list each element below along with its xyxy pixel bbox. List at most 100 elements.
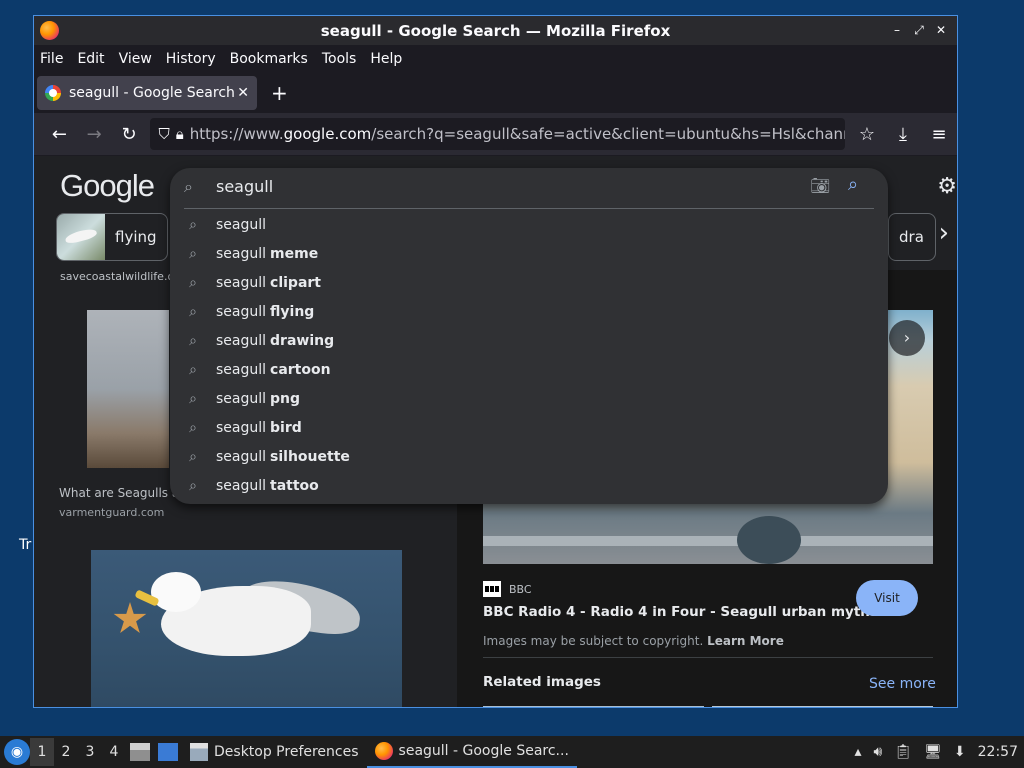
bbc-logo-icon: [483, 581, 501, 597]
workspace-2[interactable]: 2: [54, 744, 78, 760]
preview-title[interactable]: BBC Radio 4 - Radio 4 in Four - Seagull …: [483, 604, 899, 620]
search-submit-icon[interactable]: ⌕: [848, 174, 858, 195]
suggestion-item[interactable]: ⌕ seagull flying: [170, 297, 888, 326]
minimize-button[interactable]: –: [889, 21, 905, 39]
search-icon: ⌕: [189, 390, 197, 407]
search-icon: ⌕: [189, 332, 197, 349]
panel-divider: [483, 657, 933, 658]
clipboard-icon[interactable]: 📋︎: [894, 744, 912, 760]
network-icon[interactable]: 🖥︎: [924, 744, 942, 760]
tray-arrow-icon[interactable]: ▴: [854, 744, 861, 760]
settings-gear-icon[interactable]: ⚙: [937, 174, 957, 199]
suggestion-item[interactable]: ⌕ seagull drawing: [170, 326, 888, 355]
task-firefox[interactable]: seagull - Google Searc...: [366, 736, 577, 768]
chip-drawing[interactable]: dra: [888, 213, 936, 261]
suggestion-list: ⌕ seagull ⌕ seagull meme ⌕ seagull clipart ⌕ s…: [170, 210, 888, 500]
reload-icon[interactable]: ↻: [112, 124, 147, 145]
hamburger-menu-icon[interactable]: ≡: [921, 124, 957, 145]
firefox-icon: [40, 21, 59, 40]
task-desktop-preferences[interactable]: Desktop Preferences: [182, 736, 367, 768]
menu-help[interactable]: Help: [370, 51, 402, 67]
result-image-1[interactable]: [87, 310, 169, 468]
preview-source-label: BBC: [509, 582, 532, 596]
bookmark-star-icon[interactable]: ☆: [849, 124, 885, 145]
back-arrow-icon[interactable]: ←: [42, 124, 77, 145]
update-icon[interactable]: ⬇: [954, 744, 966, 760]
related-images-heading: Related images: [483, 674, 601, 690]
chip-flying[interactable]: flying: [56, 213, 168, 261]
result-source-top: savecoastalwildlife.o: [60, 270, 175, 283]
suggestion-item[interactable]: ⌕ seagull silhouette: [170, 442, 888, 471]
copyright-notice: Images may be subject to copyright. Lear…: [483, 634, 784, 648]
downloads-icon[interactable]: ⤓: [885, 124, 921, 145]
search-icon: ⌕: [189, 216, 197, 233]
search-icon: ⌕: [189, 303, 197, 320]
desktop-preferences-icon: [190, 743, 208, 761]
task-label: Desktop Preferences: [214, 744, 359, 760]
preview-source[interactable]: BBC: [483, 581, 532, 597]
menu-tools[interactable]: Tools: [322, 51, 357, 67]
window-title: seagull - Google Search — Mozilla Firefo…: [320, 21, 671, 40]
suggestion-item[interactable]: ⌕ seagull clipart: [170, 268, 888, 297]
close-tab-icon[interactable]: ✕: [237, 85, 249, 101]
volume-icon[interactable]: 🔊︎: [874, 744, 883, 760]
new-tab-button[interactable]: +: [271, 81, 288, 105]
url-host: google.com: [283, 125, 372, 143]
google-logo[interactable]: Google: [60, 168, 155, 204]
chip-label: dra: [899, 228, 924, 246]
see-more-link[interactable]: See more: [869, 676, 936, 692]
starfish-shape: [113, 602, 147, 633]
start-menu-icon[interactable]: ◉: [4, 739, 30, 765]
camera-icon[interactable]: 📷︎: [810, 176, 830, 195]
copyright-text: Images may be subject to copyright.: [483, 634, 704, 648]
workspace-1[interactable]: 1: [30, 738, 54, 766]
tracking-shield-icon[interactable]: ⛉: [158, 125, 169, 143]
search-input[interactable]: seagull: [216, 177, 273, 196]
suggestion-item[interactable]: ⌕ seagull tattoo: [170, 471, 888, 500]
search-separator: [184, 208, 874, 209]
menu-edit[interactable]: Edit: [77, 51, 104, 67]
menu-file[interactable]: File: [40, 51, 63, 67]
chevron-right-icon[interactable]: ›: [939, 218, 949, 248]
suggestion-item[interactable]: ⌕ seagull meme: [170, 239, 888, 268]
close-window-button[interactable]: ✕: [933, 21, 949, 39]
suggestion-item[interactable]: ⌕ seagull png: [170, 384, 888, 413]
chip-label: flying: [115, 228, 157, 246]
tab-google-search[interactable]: seagull - Google Search ✕: [37, 76, 257, 110]
learn-more-link[interactable]: Learn More: [707, 634, 784, 648]
menu-history[interactable]: History: [166, 51, 216, 67]
visit-button[interactable]: Visit: [856, 580, 918, 616]
related-image-thumb[interactable]: [712, 706, 933, 707]
search-box[interactable]: ⌕ seagull 📷︎ ⌕: [170, 168, 888, 208]
result-caption-1[interactable]: What are Seagulls ar: [59, 486, 184, 500]
search-icon: ⌕: [189, 419, 197, 436]
file-manager-icon[interactable]: [130, 743, 150, 761]
tab-label: seagull - Google Search: [69, 85, 235, 101]
clock[interactable]: 22:57: [978, 744, 1018, 760]
url-prefix: https://www.: [189, 125, 284, 143]
navigation-toolbar: ← → ↻ ⛉ 🔒︎ https://www. google.com/search…: [34, 113, 957, 155]
firefox-icon: [374, 742, 393, 760]
restore-button[interactable]: ⤢: [911, 21, 927, 39]
window-titlebar[interactable]: seagull - Google Search — Mozilla Firefo…: [34, 16, 957, 45]
url-bar[interactable]: ⛉ 🔒︎ https://www. google.com/search?q=sea…: [150, 118, 845, 150]
suggestion-item[interactable]: ⌕ seagull bird: [170, 413, 888, 442]
result-source-1: varmentguard.com: [59, 506, 165, 519]
show-desktop-icon[interactable]: [158, 743, 178, 761]
menu-view[interactable]: View: [119, 51, 152, 67]
forward-arrow-icon[interactable]: →: [77, 124, 112, 145]
lock-icon[interactable]: 🔒︎: [176, 125, 184, 143]
workspace-3[interactable]: 3: [78, 744, 102, 760]
tab-strip: seagull - Google Search ✕ +: [34, 73, 957, 113]
suggestion-item[interactable]: ⌕ seagull: [170, 210, 888, 239]
url-path: /search?q=seagull&safe=active&client=ubu…: [371, 125, 845, 143]
result-image-2[interactable]: [91, 550, 402, 707]
system-tray: ▴ 🔊︎ 📋︎ 🖥︎ ⬇ 22:57: [848, 736, 1024, 768]
related-image-thumb[interactable]: [483, 706, 704, 707]
task-label: seagull - Google Searc...: [398, 743, 569, 759]
search-icon: ⌕: [189, 274, 197, 291]
workspace-4[interactable]: 4: [102, 744, 126, 760]
menu-bookmarks[interactable]: Bookmarks: [230, 51, 308, 67]
next-image-arrow-icon[interactable]: ›: [889, 320, 925, 356]
suggestion-item[interactable]: ⌕ seagull cartoon: [170, 355, 888, 384]
